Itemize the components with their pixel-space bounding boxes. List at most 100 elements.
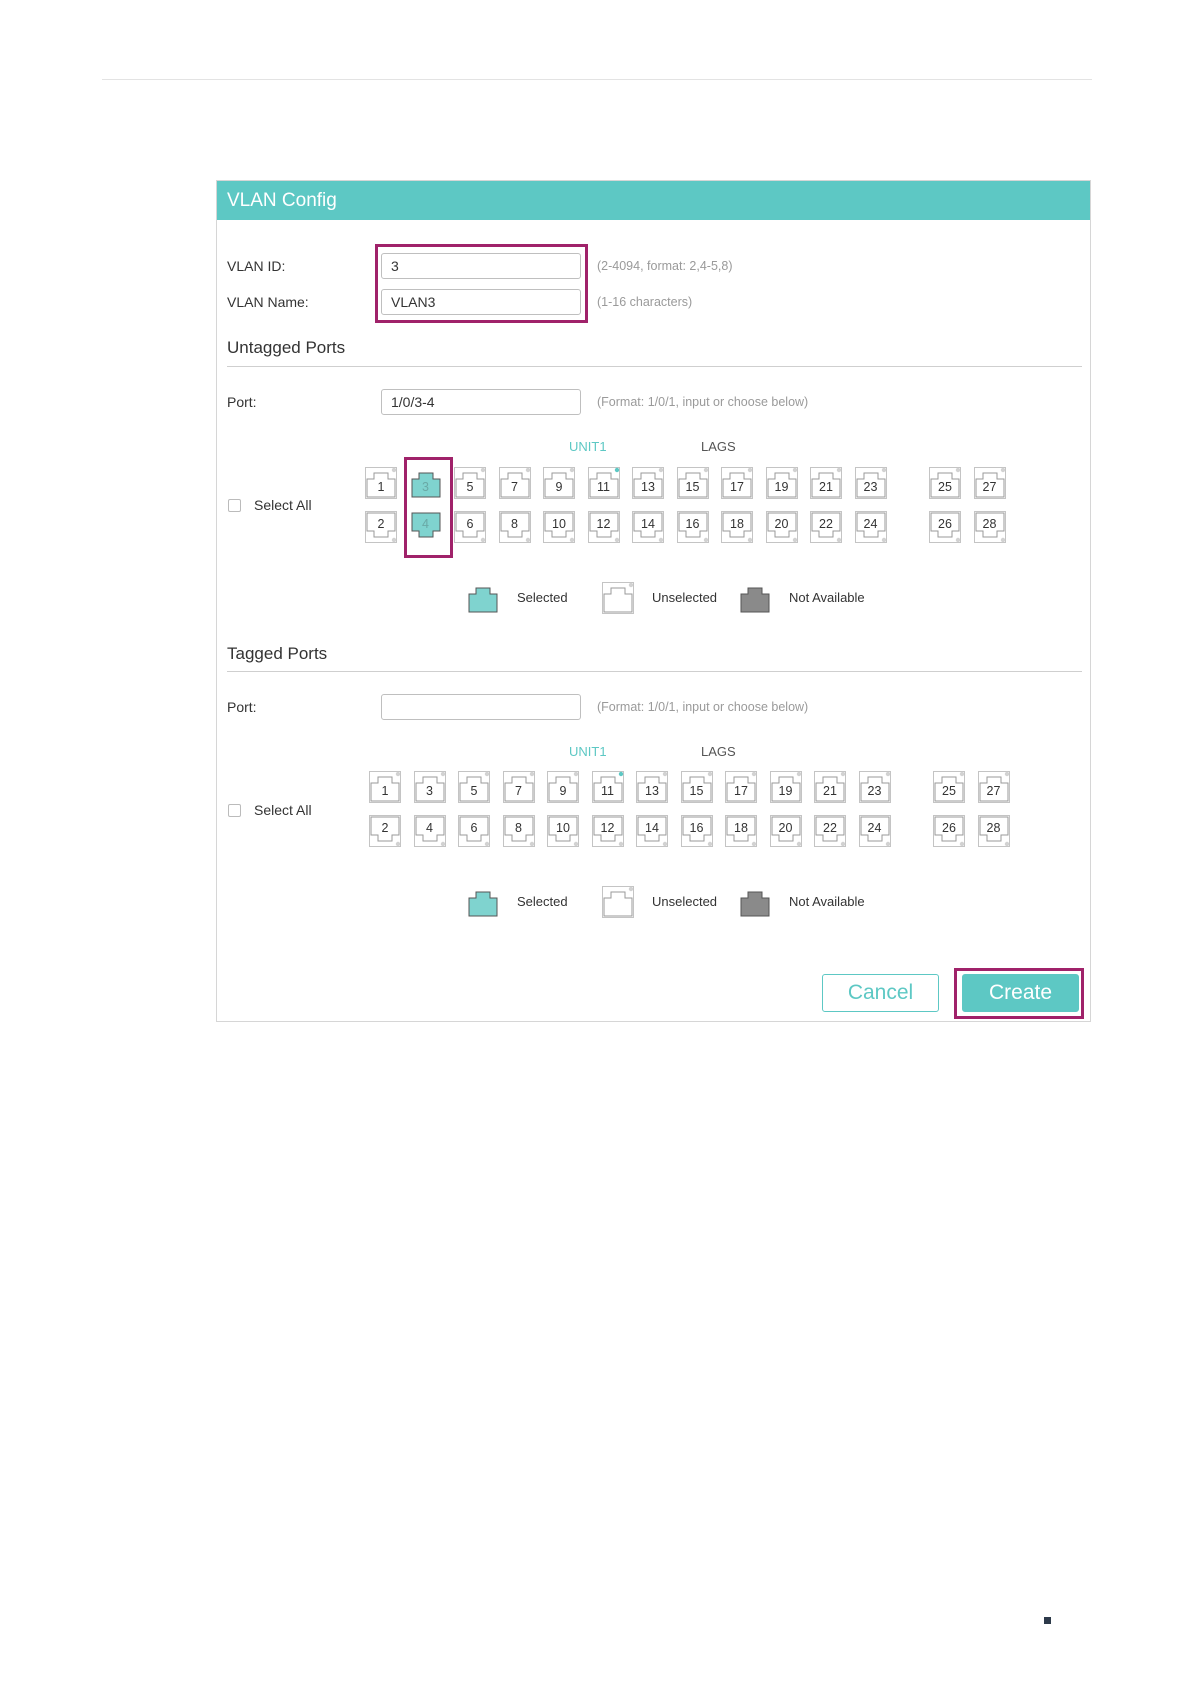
port-number: 5 <box>470 784 478 798</box>
ethernet-port-icon <box>740 587 770 613</box>
untagged-port-20[interactable]: 20 <box>765 511 798 543</box>
untagged-port-14[interactable]: 14 <box>632 511 664 543</box>
untagged-port-7[interactable]: 7 <box>498 467 531 499</box>
untagged-port-18[interactable]: 18 <box>721 511 753 543</box>
tagged-port-12[interactable]: 12 <box>591 815 624 847</box>
untagged-port-9[interactable]: 9 <box>543 467 575 499</box>
tagged-port-28[interactable]: 28 <box>977 815 1010 847</box>
untagged-port-26[interactable]: 26 <box>929 511 961 543</box>
tagged-port-20[interactable]: 20 <box>769 815 802 847</box>
port-number: 10 <box>556 821 570 835</box>
untagged-port-25[interactable]: 25 <box>929 467 961 499</box>
port-number: 21 <box>823 784 837 798</box>
tagged-port-11[interactable]: 11 <box>591 771 624 803</box>
untagged-port-24[interactable]: 24 <box>854 511 887 543</box>
port-number: 13 <box>641 480 655 494</box>
tagged-port-5[interactable]: 5 <box>458 771 490 803</box>
untagged-select-all-checkbox[interactable] <box>228 499 241 512</box>
tagged-port-14[interactable]: 14 <box>636 815 668 847</box>
tagged-port-2[interactable]: 2 <box>369 815 401 847</box>
tagged-port-10[interactable]: 10 <box>547 815 579 847</box>
untagged-port-17[interactable]: 17 <box>721 467 753 499</box>
tagged-port-6[interactable]: 6 <box>458 815 490 847</box>
vlan-id-hint: (2-4094, format: 2,4-5,8) <box>597 259 733 273</box>
port-number: 25 <box>938 480 952 494</box>
tagged-port-1[interactable]: 1 <box>369 771 401 803</box>
port-number: 14 <box>645 821 659 835</box>
tagged-port-9[interactable]: 9 <box>547 771 579 803</box>
untagged-port-21[interactable]: 21 <box>810 467 842 499</box>
port-number: 4 <box>426 821 433 835</box>
tagged-port-27[interactable]: 27 <box>977 771 1010 803</box>
untagged-port-16[interactable]: 16 <box>676 511 709 543</box>
port-number: 2 <box>381 821 389 835</box>
untagged-port-28[interactable]: 28 <box>973 511 1006 543</box>
legend-selected-port-icon <box>467 582 499 614</box>
untagged-port-27[interactable]: 27 <box>973 467 1006 499</box>
port-number: 14 <box>641 517 655 531</box>
tagged-port-22[interactable]: 22 <box>814 815 846 847</box>
port-number: 15 <box>685 480 700 494</box>
tagged-port-8[interactable]: 8 <box>502 815 535 847</box>
untagged-port-1[interactable]: 1 <box>365 467 397 499</box>
port-number: 10 <box>552 517 566 531</box>
port-number: 16 <box>685 517 700 531</box>
vlan-name-hint: (1-16 characters) <box>597 295 693 309</box>
untagged-port-12[interactable]: 12 <box>587 511 620 543</box>
tagged-port-23[interactable]: 23 <box>858 771 891 803</box>
port-number: 23 <box>867 784 882 798</box>
untagged-port-15[interactable]: 15 <box>676 467 709 499</box>
untagged-port-8[interactable]: 8 <box>498 511 531 543</box>
port-number: 6 <box>470 821 478 835</box>
untagged-port-22[interactable]: 22 <box>810 511 842 543</box>
tagged-port-4[interactable]: 4 <box>413 815 446 847</box>
port-number: 28 <box>986 821 1001 835</box>
port-number: 22 <box>823 821 837 835</box>
port-number: 1 <box>377 480 385 494</box>
untagged-port-5[interactable]: 5 <box>454 467 486 499</box>
untagged-port-2[interactable]: 2 <box>365 511 397 543</box>
port-number: 24 <box>867 821 882 835</box>
tagged-port-3[interactable]: 3 <box>413 771 446 803</box>
vlan-config-panel: VLAN Config VLAN ID: 3 (2-4094, format: … <box>216 180 1091 1022</box>
legend-unselected-label: Unselected <box>652 894 718 909</box>
untagged-port-19[interactable]: 19 <box>765 467 798 499</box>
port-number: 23 <box>863 480 878 494</box>
tagged-port-21[interactable]: 21 <box>814 771 846 803</box>
tagged-port-13[interactable]: 13 <box>636 771 668 803</box>
tagged-port-18[interactable]: 18 <box>725 815 757 847</box>
port-number: 12 <box>600 821 615 835</box>
ethernet-port-icon <box>740 891 770 917</box>
untagged-port-13[interactable]: 13 <box>632 467 664 499</box>
port-number: 13 <box>645 784 659 798</box>
tagged-select-all-checkbox[interactable] <box>228 804 241 817</box>
tagged-port-16[interactable]: 16 <box>680 815 713 847</box>
untagged-port-11[interactable]: 11 <box>587 467 620 499</box>
tagged-port-7[interactable]: 7 <box>502 771 535 803</box>
tagged-port-hint: (Format: 1/0/1, input or choose below) <box>597 700 809 714</box>
port-number: 2 <box>377 517 385 531</box>
untagged-port-10[interactable]: 10 <box>543 511 575 543</box>
cancel-button[interactable]: Cancel <box>822 974 939 1012</box>
untagged-port-6[interactable]: 6 <box>454 511 486 543</box>
tagged-port-input[interactable] <box>381 694 581 720</box>
tagged-port-17[interactable]: 17 <box>725 771 757 803</box>
tagged-unit-label: UNIT1 <box>569 744 607 759</box>
page-top-rule <box>102 79 1092 80</box>
ethernet-port-icon <box>602 582 634 614</box>
tagged-port-24[interactable]: 24 <box>858 815 891 847</box>
tagged-port-19[interactable]: 19 <box>769 771 802 803</box>
tagged-port-label: Port: <box>227 699 257 715</box>
tagged-port-15[interactable]: 15 <box>680 771 713 803</box>
tagged-port-26[interactable]: 26 <box>933 815 965 847</box>
untagged-port-input[interactable]: 1/0/3-4 <box>381 389 581 415</box>
port-number: 24 <box>863 517 878 531</box>
page-corner-mark <box>1044 1617 1051 1624</box>
port-number: 25 <box>942 784 956 798</box>
legend-not-available-label: Not Available <box>789 894 865 909</box>
tagged-port-25[interactable]: 25 <box>933 771 965 803</box>
legend-unselected-port-icon <box>602 582 634 614</box>
port-number: 1 <box>381 784 389 798</box>
vlan-name-label: VLAN Name: <box>227 294 309 310</box>
untagged-port-23[interactable]: 23 <box>854 467 887 499</box>
